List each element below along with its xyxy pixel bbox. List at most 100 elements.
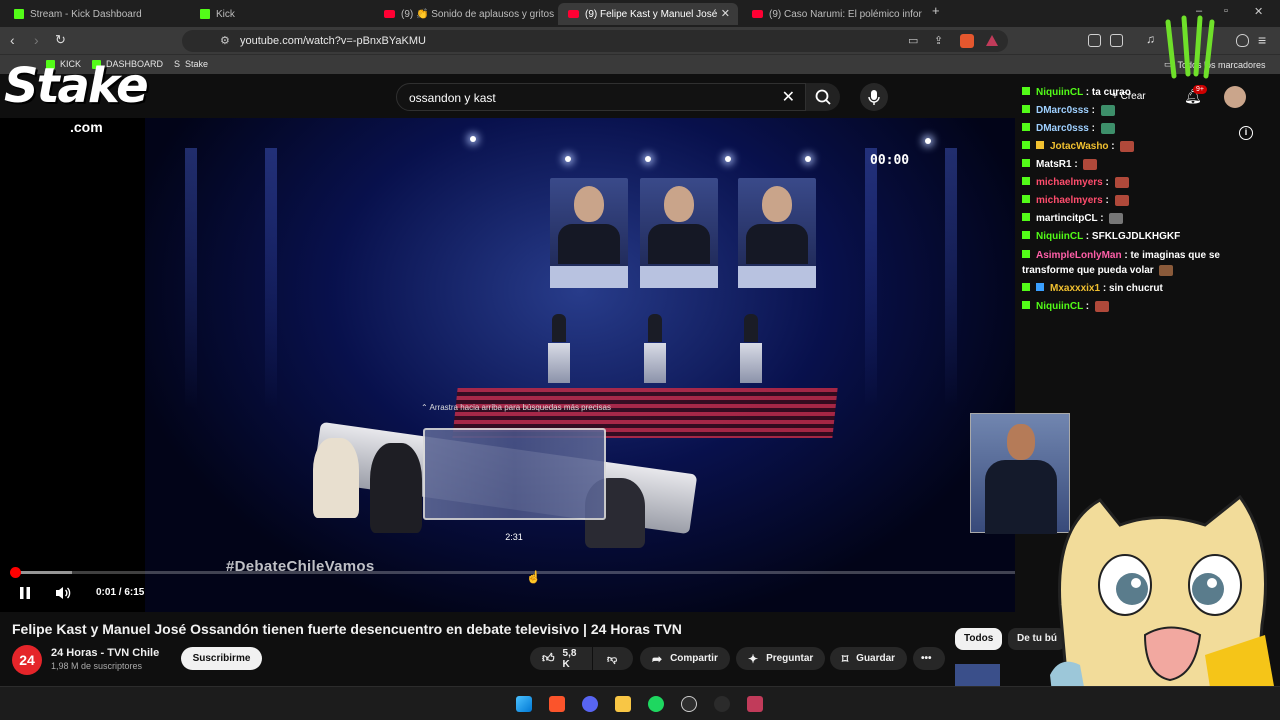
file-explorer-icon[interactable] — [615, 696, 631, 712]
recommended-thumbnail[interactable] — [955, 664, 1000, 686]
search-icon — [815, 89, 831, 105]
clear-search-icon[interactable]: ✕ — [782, 87, 795, 107]
search-button[interactable] — [806, 83, 840, 111]
candidate — [648, 314, 662, 342]
channel-name[interactable]: 24 Horas - TVN Chile — [51, 647, 159, 659]
like-button[interactable]: 👍︎ 5,8 K — [530, 647, 592, 670]
chat-user: NiquiinCL — [1036, 231, 1084, 242]
back-icon[interactable]: ‹ — [10, 32, 15, 48]
chevron-up-icon: ⌃ — [421, 403, 430, 412]
sparkle-icon: ✦ — [748, 651, 759, 666]
chat-user: michaelmyers — [1036, 177, 1103, 188]
tab-kick-dashboard[interactable]: Stream - Kick Dashboard — [4, 3, 184, 25]
podium — [548, 343, 570, 383]
tab-aplausos[interactable]: (9) 👏 Sonido de aplausos y gritos d — [374, 3, 554, 25]
bookmark-stake[interactable]: S Stake — [174, 59, 208, 69]
stage-light — [725, 156, 731, 162]
chat-user: michaelmyers — [1036, 195, 1103, 206]
stream-chat-overlay: NiquiinCL : ta curao DMarc0sss : DMarc0s… — [1022, 84, 1262, 316]
moderator — [370, 443, 422, 533]
emote-icon — [1159, 264, 1174, 276]
share-page-icon[interactable]: ⇪ — [934, 34, 943, 47]
kick-badge-icon — [1022, 159, 1030, 167]
chat-text: SFKLGJDLKHGKF — [1091, 231, 1181, 242]
bookmarks-bar: KICK DASHBOARD S Stake ▭ Todos los marca… — [0, 54, 1280, 74]
url-text[interactable]: youtube.com/watch?v=-pBnxBYaKMU — [240, 35, 426, 47]
chat-message: Mxaxxxix1 : sin chucrut — [1022, 280, 1262, 298]
steam-icon[interactable] — [681, 696, 697, 712]
tab-felipe-kast[interactable]: (9) Felipe Kast y Manuel José ✕ — [558, 3, 738, 25]
bookmark-icon: ⌑ — [842, 651, 849, 666]
app-icon[interactable] — [747, 696, 763, 712]
music-icon[interactable]: ♫ — [1146, 32, 1155, 46]
chat-message: DMarc0sss : — [1022, 102, 1262, 120]
forward-icon[interactable]: › — [34, 32, 39, 48]
brave-browser-icon[interactable] — [549, 696, 565, 712]
chat-message: michaelmyers : — [1022, 174, 1262, 192]
chat-user: NiquiinCL — [1036, 301, 1084, 312]
kick-icon — [200, 9, 210, 19]
cast-icon[interactable]: ▭ — [908, 34, 918, 47]
volume-button[interactable] — [54, 585, 72, 604]
tab-kick[interactable]: Kick — [190, 3, 370, 25]
brave-rewards-icon[interactable] — [986, 35, 998, 46]
ask-button[interactable]: ✦ Preguntar — [736, 647, 826, 670]
reload-icon[interactable]: ↻ — [55, 32, 66, 48]
channel-avatar[interactable]: 24 — [12, 645, 42, 675]
obs-icon[interactable] — [714, 696, 730, 712]
cat-mascot-overlay — [1050, 494, 1280, 720]
curtain — [265, 148, 277, 408]
progress-bar[interactable] — [10, 567, 1015, 578]
chat-message: AsimpleLonlyMan : te imaginas que se tra… — [1022, 250, 1220, 276]
podium — [644, 343, 666, 383]
subscribe-button[interactable]: Suscribirme — [181, 647, 262, 670]
tab-title: (9) Caso Narumi: El polémico informe — [769, 8, 922, 20]
kick-badge-icon — [1022, 87, 1030, 95]
chat-message: NiquiinCL : — [1022, 298, 1262, 316]
spotify-icon[interactable] — [648, 696, 664, 712]
search-query[interactable]: ossandon y kast — [409, 91, 496, 105]
curtain — [185, 148, 197, 408]
kick-badge-icon — [1022, 141, 1030, 149]
debate-timer: 00:00 — [870, 153, 910, 168]
time-display: 0:01 / 6:15 — [96, 587, 145, 598]
sidebar-icon[interactable] — [1110, 34, 1123, 47]
more-actions-button[interactable]: ••• — [913, 647, 945, 670]
search-input[interactable]: ossandon y kast ✕ — [396, 83, 806, 111]
window-close-icon[interactable]: ✕ — [1254, 5, 1263, 18]
site-info-icon[interactable]: ⚙ — [220, 34, 230, 47]
chat-message: NiquiinCL : SFKLGJDLKHGKF — [1022, 228, 1262, 246]
stage-light — [565, 156, 571, 162]
more-icon: ••• — [921, 653, 932, 664]
new-tab-icon[interactable]: + — [932, 3, 940, 18]
emote-icon — [1100, 104, 1115, 116]
share-button[interactable]: ➦ Compartir — [640, 647, 730, 670]
dislike-button[interactable]: 👎︎ — [593, 647, 633, 670]
sub-badge-icon — [1036, 283, 1044, 291]
emote-icon — [1114, 176, 1129, 188]
emote-icon — [1120, 140, 1135, 152]
video-player[interactable]: 00:00 #DebateChileVamos ⌃ Arrastra hacia… — [0, 118, 1015, 612]
address-bar[interactable]: ⚙ youtube.com/watch?v=-pBnxBYaKMU ▭ ⇪ — [182, 30, 1008, 52]
stage-light — [925, 138, 931, 144]
chip-todos[interactable]: Todos — [955, 628, 1003, 650]
menu-icon[interactable]: ≡ — [1258, 32, 1266, 48]
extensions-icon[interactable] — [1088, 34, 1101, 47]
tab-title: (9) 👏 Sonido de aplausos y gritos d — [401, 8, 554, 20]
pause-button[interactable] — [18, 586, 32, 604]
vpn-icon[interactable] — [1236, 34, 1249, 47]
tab-close-icon[interactable]: ✕ — [721, 7, 730, 20]
tab-caso-narumi[interactable]: (9) Caso Narumi: El polémico informe — [742, 3, 922, 25]
progress-scrubber[interactable] — [10, 567, 22, 578]
chat-message: MatsR1 : — [1022, 156, 1262, 174]
stake-icon: S — [174, 59, 181, 69]
maximize-icon[interactable]: ▫ — [1224, 5, 1228, 17]
kick-badge-icon — [1022, 177, 1030, 185]
save-button[interactable]: ⌑ Guardar — [830, 647, 908, 670]
windows-start-icon[interactable] — [516, 696, 532, 712]
voice-search-button[interactable] — [860, 83, 888, 111]
discord-icon[interactable] — [582, 696, 598, 712]
brave-shield-icon[interactable] — [960, 34, 974, 48]
curtain — [865, 148, 877, 408]
candidate-screen — [738, 178, 816, 288]
